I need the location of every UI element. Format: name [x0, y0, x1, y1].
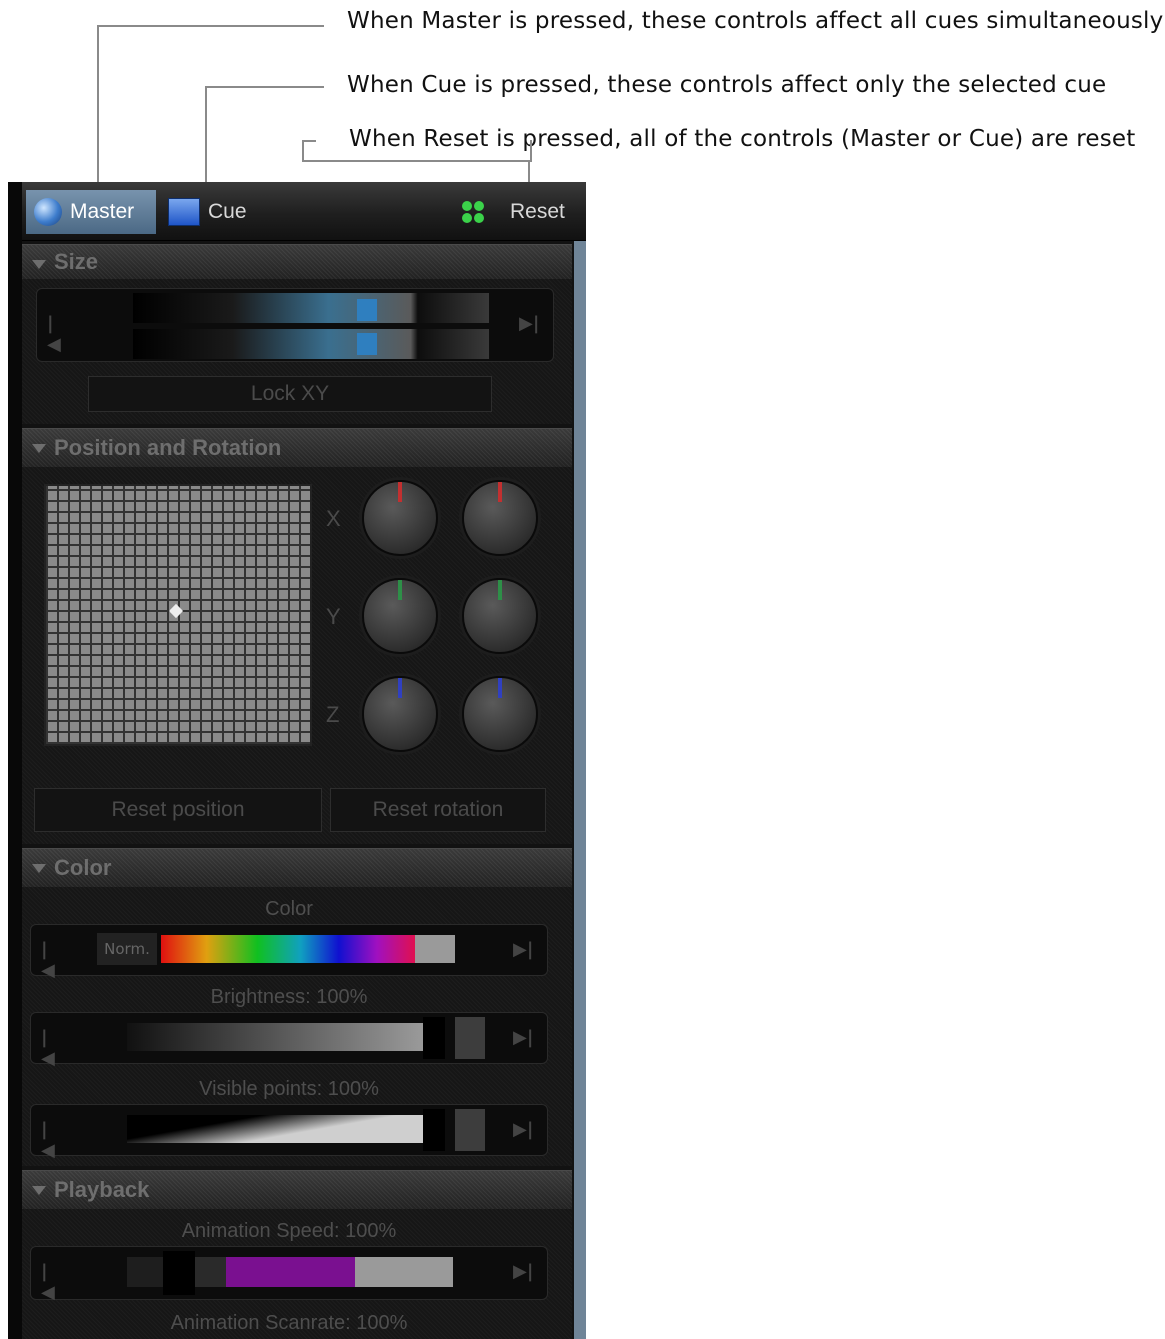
visible-points-handle[interactable]	[423, 1109, 445, 1151]
color-spectrum-slider[interactable]	[161, 935, 415, 963]
collapse-triangle-icon	[32, 260, 46, 269]
reset-position-button[interactable]: Reset position	[34, 788, 322, 832]
position-xy-pad[interactable]	[44, 484, 312, 746]
norm-button[interactable]: Norm.	[97, 933, 157, 965]
master-callout: When Master is pressed, these controls a…	[347, 8, 1164, 34]
tab-master[interactable]: Master	[26, 190, 156, 234]
size-x-slider[interactable]	[133, 293, 489, 323]
color-section-title: Color	[54, 855, 112, 880]
clover-icon	[462, 201, 484, 223]
axis-label-y: Y	[326, 604, 341, 629]
skip-start-icon[interactable]: |◀	[47, 313, 63, 355]
playback-section-title: Playback	[54, 1177, 150, 1202]
reset-leader-tick	[302, 140, 316, 142]
color-section-header[interactable]: Color	[22, 848, 572, 887]
skip-end-icon[interactable]: ▶|	[513, 939, 533, 960]
playback-section-header[interactable]: Playback	[22, 1170, 572, 1209]
axis-label-x: X	[326, 506, 341, 531]
position-section-header[interactable]: Position and Rotation	[22, 428, 572, 467]
globe-icon	[34, 198, 62, 226]
reset-leader-line	[302, 140, 532, 162]
cue-icon	[168, 198, 200, 226]
animation-speed-slider[interactable]	[195, 1257, 453, 1287]
color-label: Color	[265, 898, 313, 920]
cue-callout: When Cue is pressed, these controls affe…	[347, 72, 1107, 98]
knob-x-position[interactable]	[362, 480, 438, 556]
color-slider-box: |◀ ▶| Norm.	[30, 924, 548, 981]
size-y-handle[interactable]	[357, 333, 377, 355]
axis-label-z: Z	[326, 702, 340, 727]
animation-speed-label: Animation Speed: 100%	[181, 1220, 397, 1242]
knob-z-position[interactable]	[362, 676, 438, 752]
knob-z-rotation[interactable]	[462, 676, 538, 752]
knob-y-rotation[interactable]	[462, 578, 538, 654]
lock-xy-button[interactable]: Lock XY	[88, 376, 492, 412]
tab-cue-label: Cue	[208, 200, 247, 223]
visible-points-slider[interactable]	[127, 1115, 423, 1143]
tab-cue[interactable]: Cue	[168, 190, 247, 234]
color-slider-end	[415, 935, 455, 963]
panel-edge	[8, 182, 22, 1339]
brightness-slider[interactable]	[127, 1023, 423, 1051]
skip-start-icon[interactable]: |◀	[41, 939, 57, 981]
skip-start-icon[interactable]: |◀	[41, 1261, 57, 1303]
collapse-triangle-icon	[32, 1186, 46, 1195]
brightness-handle[interactable]	[423, 1017, 445, 1059]
skip-end-icon[interactable]: ▶|	[513, 1119, 533, 1140]
visible-points-slider-end	[455, 1109, 485, 1151]
tab-master-label: Master	[70, 200, 135, 223]
skip-start-icon[interactable]: |◀	[41, 1119, 57, 1161]
visible-points-slider-box: |◀ ▶|	[30, 1104, 548, 1161]
position-section-title: Position and Rotation	[54, 435, 282, 460]
visible-points-label: Visible points: 100%	[199, 1078, 379, 1100]
animation-speed-slider-box: |◀ ▶|	[30, 1246, 548, 1303]
size-slider-box: |◀ ▶|	[36, 288, 554, 362]
size-y-slider[interactable]	[133, 329, 489, 359]
tab-bar: Master Cue Reset	[22, 182, 586, 241]
brightness-slider-end	[455, 1017, 485, 1059]
reset-rotation-button[interactable]: Reset rotation	[330, 788, 546, 832]
knob-y-position[interactable]	[362, 578, 438, 654]
knob-x-rotation[interactable]	[462, 480, 538, 556]
size-section-title: Size	[54, 249, 99, 274]
size-section-header[interactable]: Size	[22, 244, 572, 279]
skip-end-icon[interactable]: ▶|	[513, 1027, 533, 1048]
size-x-handle[interactable]	[357, 299, 377, 321]
skip-end-icon[interactable]: ▶|	[513, 1261, 533, 1282]
position-marker[interactable]	[168, 603, 184, 619]
reset-button[interactable]: Reset	[462, 190, 565, 234]
brightness-label: Brightness: 100%	[210, 986, 368, 1008]
brightness-slider-box: |◀ ▶|	[30, 1012, 548, 1069]
skip-end-icon[interactable]: ▶|	[519, 313, 539, 334]
animation-scanrate-label: Animation Scanrate: 100%	[170, 1312, 408, 1334]
speed-handle[interactable]	[163, 1251, 195, 1295]
scrollbar[interactable]	[574, 240, 586, 1339]
skip-start-icon[interactable]: |◀	[41, 1027, 57, 1069]
reset-button-label: Reset	[510, 200, 565, 223]
collapse-triangle-icon	[32, 444, 46, 453]
collapse-triangle-icon	[32, 864, 46, 873]
speed-slider-start	[127, 1257, 163, 1287]
